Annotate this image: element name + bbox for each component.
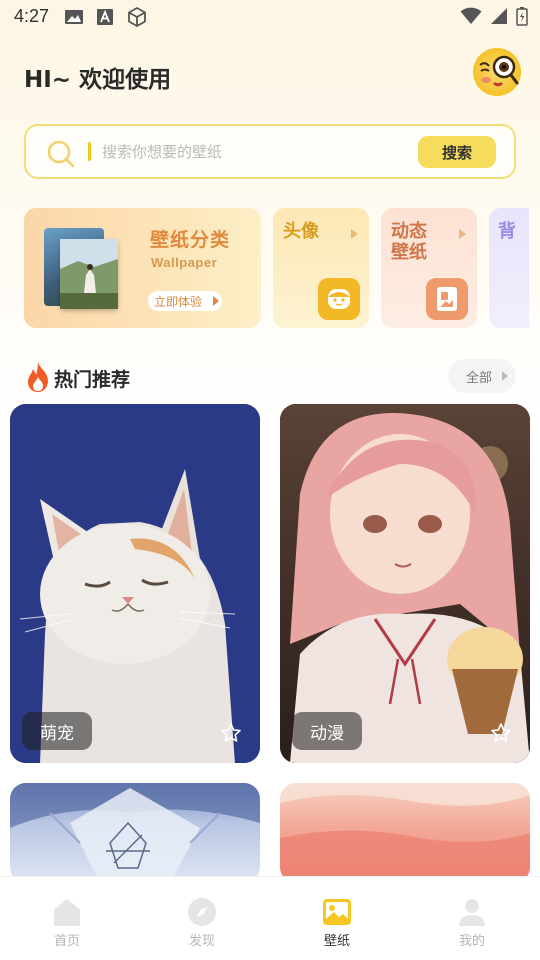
- wallpaper-tile-4[interactable]: [280, 783, 530, 883]
- compass-icon: [186, 895, 218, 929]
- live-wallpaper-category-card[interactable]: 动态 壁纸: [381, 208, 477, 328]
- avatar-category-title: 头像: [283, 221, 319, 242]
- nav-item-wallpaper[interactable]: 壁纸: [297, 877, 377, 960]
- font-notification-icon: [96, 8, 114, 30]
- tile-label-pets: 萌宠: [22, 712, 92, 750]
- nav-item-profile[interactable]: 我的: [432, 877, 512, 960]
- wallpaper-category-card[interactable]: 壁纸分类 Wallpaper 立即体验: [24, 208, 261, 328]
- live-wallpaper-title-line2: 壁纸: [391, 242, 427, 263]
- status-notification-icons: [64, 6, 148, 32]
- text-cursor: [88, 142, 91, 161]
- search-bar[interactable]: 搜索你想要的壁纸 搜索: [24, 124, 516, 179]
- try-now-label: 立即体验: [154, 294, 203, 309]
- nav-label-discover: 发现: [188, 934, 215, 949]
- signal-icon: [490, 7, 508, 29]
- bottom-navigation: 首页 发现 壁纸 我的: [0, 876, 540, 960]
- try-now-button[interactable]: 立即体验: [148, 291, 222, 311]
- mascot-avatar[interactable]: [472, 47, 522, 97]
- avatar-category-card[interactable]: 头像: [273, 208, 369, 328]
- nav-item-home[interactable]: 首页: [27, 877, 107, 960]
- nav-item-discover[interactable]: 发现: [162, 877, 242, 960]
- live-wallpaper-icon: [426, 278, 468, 320]
- view-all-button[interactable]: 全部: [448, 359, 516, 393]
- hot-recommend-title: 热门推荐: [54, 369, 131, 391]
- status-system-icons: [460, 6, 528, 30]
- search-input[interactable]: 搜索你想要的壁纸: [102, 141, 222, 162]
- avatar-face-icon: [318, 278, 360, 320]
- tile-label-anime: 动漫: [292, 712, 362, 750]
- view-all-label: 全部: [466, 370, 493, 386]
- status-time: 4:27: [14, 6, 50, 26]
- fire-icon: [26, 361, 50, 397]
- star-icon[interactable]: [220, 722, 242, 748]
- nav-label-home: 首页: [53, 934, 80, 949]
- profile-icon: [456, 895, 488, 929]
- nav-label-wallpaper: 壁纸: [323, 934, 350, 949]
- chevron-right-icon: [351, 229, 358, 239]
- image-notification-icon: [64, 8, 84, 30]
- pink-sky-photo: [280, 783, 530, 883]
- greeting-title: HI~ 欢迎使用: [24, 67, 172, 93]
- search-button[interactable]: 搜索: [418, 136, 496, 168]
- live-wallpaper-category-title: 动态 壁纸: [391, 221, 427, 263]
- background-category-card[interactable]: 背: [489, 208, 529, 328]
- live-wallpaper-title-line1: 动态: [391, 221, 427, 242]
- cat-photo: [10, 404, 260, 763]
- play-arrow-icon: [213, 296, 219, 306]
- play-arrow-icon: [502, 371, 508, 381]
- anime-girl-photo: [280, 404, 530, 763]
- star-icon[interactable]: [490, 722, 512, 748]
- background-category-title: 背: [498, 221, 516, 242]
- home-icon: [51, 895, 83, 929]
- wallpaper-category-title: 壁纸分类: [150, 229, 231, 251]
- battery-icon: [516, 6, 528, 30]
- wallpaper-tile-anime[interactable]: 动漫: [280, 404, 530, 763]
- wifi-icon: [460, 7, 482, 29]
- wallpaper-tile-3[interactable]: [10, 783, 260, 883]
- wallpaper-category-subtitle: Wallpaper: [151, 255, 218, 270]
- fantasy-art-photo: [10, 783, 260, 883]
- wallpaper-tile-pets[interactable]: 萌宠: [10, 404, 260, 763]
- search-icon: [46, 139, 76, 173]
- wallpaper-icon: [321, 895, 353, 929]
- photo-stack-front: [60, 239, 118, 309]
- nav-label-profile: 我的: [458, 934, 485, 949]
- cube-notification-icon: [126, 6, 148, 32]
- chevron-right-icon: [459, 229, 466, 239]
